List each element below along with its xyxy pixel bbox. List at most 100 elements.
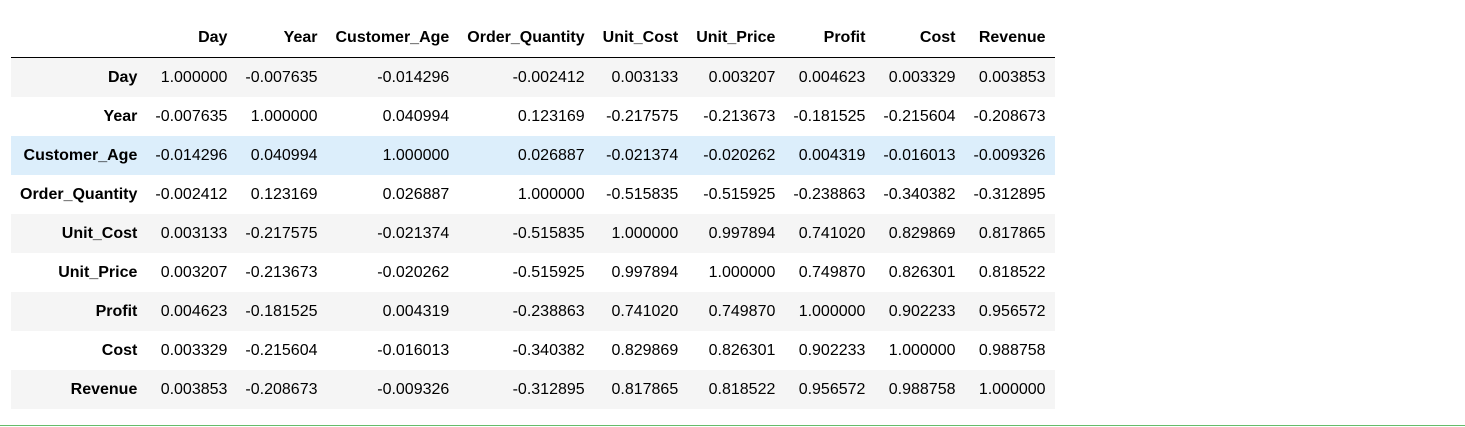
table-cell: -0.020262 <box>703 146 776 164</box>
table-cell: 0.818522 <box>978 263 1046 281</box>
table-cell: 0.003853 <box>978 68 1046 86</box>
table-cell: 0.003207 <box>160 263 228 281</box>
column-header-unit-price: Unit_Price <box>687 18 785 58</box>
table-cell: 0.997894 <box>708 224 776 242</box>
row-index-label: Cost <box>101 341 138 359</box>
table-cell: 0.004623 <box>160 302 228 320</box>
table-cell: -0.009326 <box>973 146 1046 164</box>
table-cell: -0.014296 <box>377 68 450 86</box>
table-row: Order_Quantity -0.002412 0.123169 0.026887 1… <box>11 175 1055 214</box>
table-cell: -0.002412 <box>512 68 585 86</box>
table-cell: 1.000000 <box>517 185 585 203</box>
table-cell: 0.826301 <box>708 341 776 359</box>
table-header: Day Year Customer_Age Order_Quantity Uni… <box>11 18 1055 58</box>
table-cell: 0.902233 <box>888 302 956 320</box>
table-cell: -0.009326 <box>377 380 450 398</box>
table-cell: 0.003207 <box>708 68 776 86</box>
table-cell: 0.956572 <box>978 302 1046 320</box>
table-cell: 0.003133 <box>160 224 228 242</box>
table-cell: 0.829869 <box>888 224 956 242</box>
column-header-index <box>11 18 147 58</box>
table-cell: -0.181525 <box>245 302 318 320</box>
column-header-order-quantity: Order_Quantity <box>458 18 594 58</box>
table-cell: -0.312895 <box>512 380 585 398</box>
column-header-cost: Cost <box>874 18 965 58</box>
table-cell: 0.956572 <box>798 380 866 398</box>
table-cell: -0.016013 <box>883 146 956 164</box>
cell-border-line <box>0 425 1465 426</box>
table-cell: 1.000000 <box>888 341 956 359</box>
table-cell: -0.021374 <box>377 224 450 242</box>
table-cell: 1.000000 <box>708 263 776 281</box>
table-cell: 1.000000 <box>382 146 450 164</box>
table-cell: 1.000000 <box>611 224 679 242</box>
table-cell: -0.238863 <box>512 302 585 320</box>
table-row: Year -0.007635 1.000000 0.040994 0.123169 -0.… <box>11 97 1055 136</box>
table-cell: -0.181525 <box>793 107 866 125</box>
table-cell: 1.000000 <box>798 302 866 320</box>
table-cell: -0.208673 <box>973 107 1046 125</box>
column-header-customer-age: Customer_Age <box>326 18 459 58</box>
table-cell: 0.818522 <box>708 380 776 398</box>
row-index-label: Customer_Age <box>23 146 138 164</box>
table-row: Unit_Price 0.003207 -0.213673 -0.020262 -0.5… <box>11 253 1055 292</box>
table-cell: -0.002412 <box>155 185 228 203</box>
table-cell: -0.340382 <box>512 341 585 359</box>
table-cell: 0.123169 <box>250 185 318 203</box>
table-cell: -0.014296 <box>155 146 228 164</box>
column-header-year: Year <box>236 18 327 58</box>
table-cell: 0.040994 <box>250 146 318 164</box>
table-cell: 0.902233 <box>798 341 866 359</box>
table-body: Day 1.000000 -0.007635 -0.014296 -0.002412 0.… <box>11 57 1055 409</box>
column-header-day: Day <box>146 18 237 58</box>
row-index-label: Revenue <box>70 380 138 398</box>
table-cell: -0.515835 <box>512 224 585 242</box>
table-cell: 0.817865 <box>978 224 1046 242</box>
row-index-label: Profit <box>95 302 138 320</box>
table-cell: 1.000000 <box>160 68 228 86</box>
table-cell: 0.123169 <box>517 107 585 125</box>
table-cell: 1.000000 <box>250 107 318 125</box>
table-cell: -0.217575 <box>245 224 318 242</box>
table-cell: 0.026887 <box>382 185 450 203</box>
table-cell: -0.215604 <box>245 341 318 359</box>
table-cell: -0.238863 <box>793 185 866 203</box>
column-header-profit: Profit <box>784 18 875 58</box>
table-cell: 0.817865 <box>611 380 679 398</box>
row-index-label: Year <box>103 107 138 125</box>
table-cell: -0.217575 <box>606 107 679 125</box>
table-cell: -0.007635 <box>155 107 228 125</box>
table-cell: 1.000000 <box>978 380 1046 398</box>
table-cell: -0.515835 <box>606 185 679 203</box>
table-cell: -0.007635 <box>245 68 318 86</box>
table-cell: -0.215604 <box>883 107 956 125</box>
dataframe-output: Day Year Customer_Age Order_Quantity Uni… <box>11 18 1055 409</box>
table-row: Unit_Cost 0.003133 -0.217575 -0.021374 -0.51… <box>11 214 1055 253</box>
table-row: Day 1.000000 -0.007635 -0.014296 -0.002412 0.… <box>11 57 1055 97</box>
table-cell: 0.741020 <box>611 302 679 320</box>
table-cell: -0.515925 <box>512 263 585 281</box>
table-cell: 0.988758 <box>888 380 956 398</box>
row-index-label: Order_Quantity <box>20 185 138 203</box>
row-index-label: Unit_Price <box>58 263 138 281</box>
table-cell: 0.003329 <box>888 68 956 86</box>
table-row: Profit 0.004623 -0.181525 0.004319 -0.238863… <box>11 292 1055 331</box>
row-index-label: Day <box>108 68 138 86</box>
table-cell: 0.004623 <box>798 68 866 86</box>
table-cell: -0.213673 <box>245 263 318 281</box>
table-cell: -0.016013 <box>377 341 450 359</box>
table-cell: 0.003853 <box>160 380 228 398</box>
table-cell: 0.997894 <box>611 263 679 281</box>
table-cell: 0.040994 <box>382 107 450 125</box>
table-cell: 0.026887 <box>517 146 585 164</box>
table-row: Customer_Age -0.014296 0.040994 1.000000 0.0… <box>11 136 1055 175</box>
table-cell: 0.749870 <box>708 302 776 320</box>
table-row: Cost 0.003329 -0.215604 -0.016013 -0.340382 0… <box>11 331 1055 370</box>
table-cell: -0.020262 <box>377 263 450 281</box>
table-cell: 0.741020 <box>798 224 866 242</box>
table-cell: -0.340382 <box>883 185 956 203</box>
column-header-unit-cost: Unit_Cost <box>593 18 688 58</box>
table-cell: -0.213673 <box>703 107 776 125</box>
table-cell: 0.988758 <box>978 341 1046 359</box>
row-index-label: Unit_Cost <box>61 224 138 242</box>
